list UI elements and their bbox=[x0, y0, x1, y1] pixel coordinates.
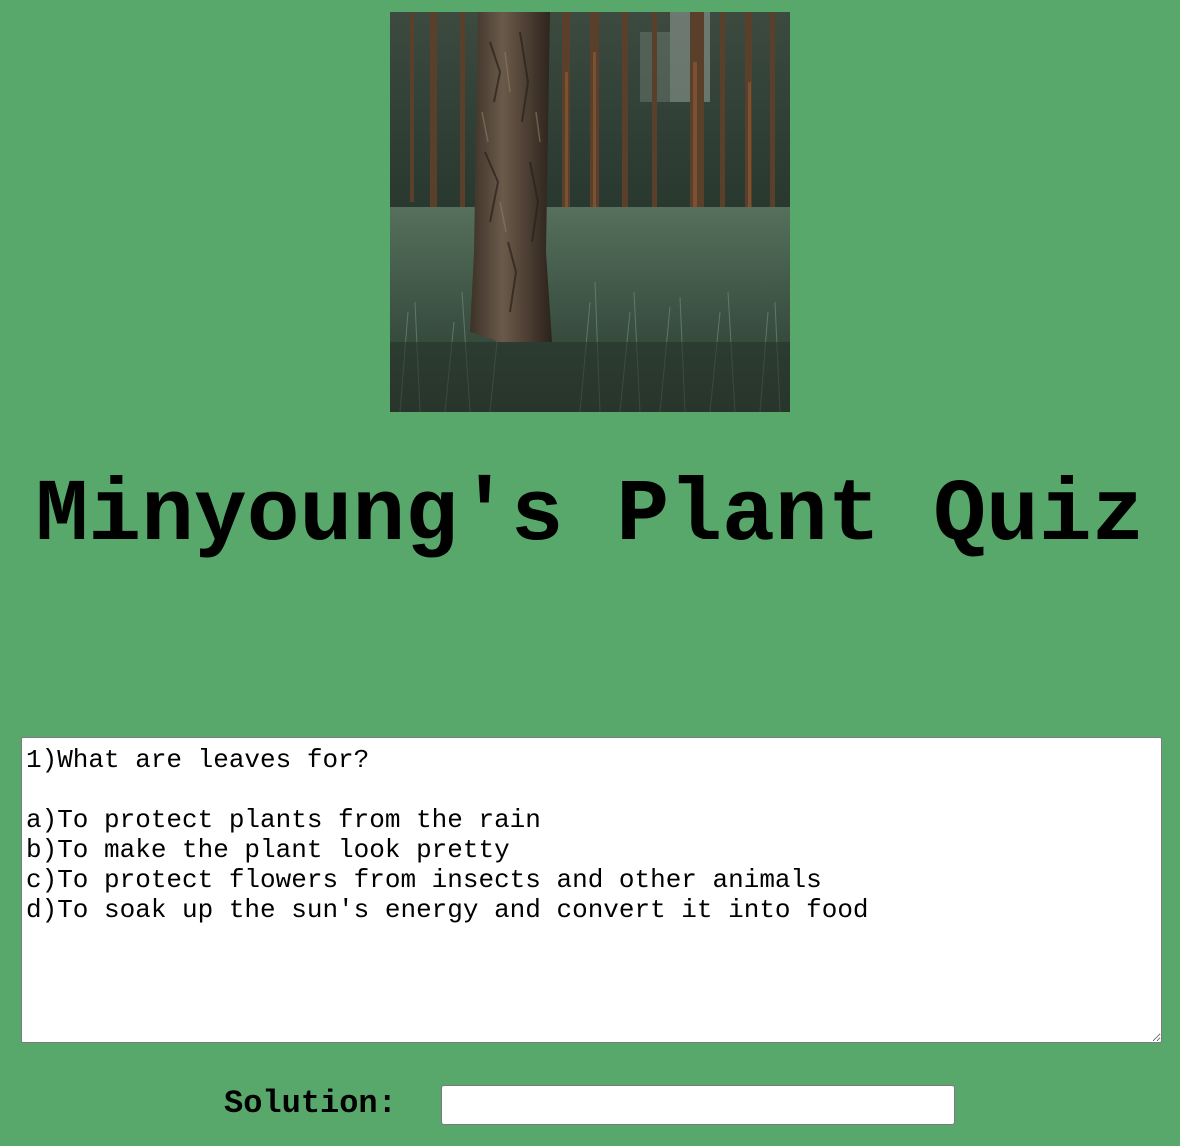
solution-input[interactable] bbox=[441, 1085, 955, 1125]
question-textarea[interactable]: 1)What are leaves for? a)To protect plan… bbox=[21, 737, 1162, 1043]
page-title: Minyoung's Plant Quiz bbox=[35, 467, 1145, 566]
forest-image bbox=[390, 12, 790, 412]
forest-photo bbox=[390, 12, 790, 412]
solution-label: Solution: bbox=[224, 1085, 397, 1122]
